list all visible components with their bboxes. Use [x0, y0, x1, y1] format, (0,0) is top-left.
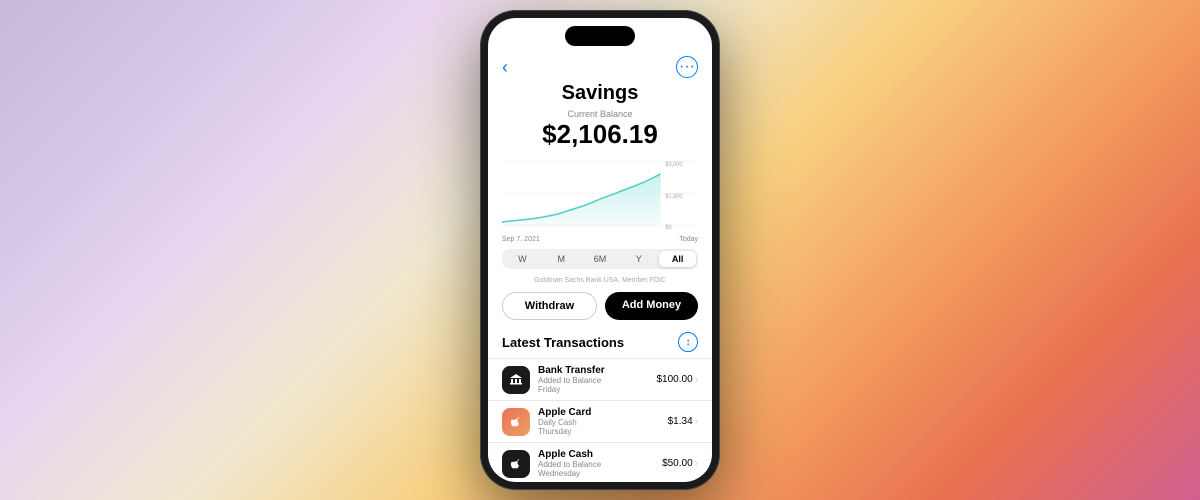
filter-y[interactable]: Y: [620, 251, 657, 267]
time-filters: W M 6M Y All: [502, 249, 698, 269]
action-buttons: Withdraw Add Money: [488, 288, 712, 328]
filter-w[interactable]: W: [504, 251, 541, 267]
apple-logo-icon: [509, 415, 523, 429]
transactions-header: Latest Transactions ↕: [488, 328, 712, 358]
svg-text:$1,500: $1,500: [665, 194, 682, 200]
chart-area: $3,000 $1,500 $0: [502, 154, 698, 234]
bank-icon: [509, 373, 523, 387]
savings-chart: $3,000 $1,500 $0: [502, 154, 698, 234]
svg-text:$0: $0: [665, 225, 671, 231]
apple-cash-name: Apple Cash: [538, 449, 662, 460]
apple-card-info-1: Apple Card Daily Cash Thursday: [538, 407, 668, 436]
apple-cash-chevron: ›: [695, 458, 698, 469]
apple-cash-amount: $50.00: [662, 458, 693, 469]
wifi-icon: ⋈: [679, 26, 688, 37]
bank-transfer-amount-area: $100.00 ›: [657, 374, 699, 385]
bank-transfer-chevron: ›: [695, 374, 698, 385]
apple-cash-day: Wednesday: [538, 469, 662, 478]
apple-card-amount-area-1: $1.34 ›: [668, 416, 698, 427]
phone-frame: 9:41 ▲▲▲ ⋈ ▮ ‹ ··· Savings Current Balan…: [480, 10, 720, 490]
transaction-apple-cash[interactable]: Apple Cash Added to Balance Wednesday $5…: [488, 442, 712, 482]
filter-6m[interactable]: 6M: [582, 251, 619, 267]
bank-transfer-day: Friday: [538, 385, 657, 394]
bank-transfer-sub: Added to Balance: [538, 376, 657, 385]
bank-transfer-amount: $100.00: [657, 374, 693, 385]
transactions-title: Latest Transactions: [502, 335, 624, 350]
apple-card-name-1: Apple Card: [538, 407, 668, 418]
balance-amount: $2,106.19: [488, 119, 712, 154]
bank-transfer-name: Bank Transfer: [538, 365, 657, 376]
screen-content: 9:41 ▲▲▲ ⋈ ▮ ‹ ··· Savings Current Balan…: [488, 18, 712, 482]
filter-m[interactable]: M: [543, 251, 580, 267]
transaction-bank-transfer[interactable]: Bank Transfer Added to Balance Friday $1…: [488, 358, 712, 400]
apple-cash-logo: [509, 457, 523, 471]
apple-card-chevron-1: ›: [695, 416, 698, 427]
bank-label: Goldman Sachs Bank USA, Member FDIC: [488, 275, 712, 288]
bank-transfer-info: Bank Transfer Added to Balance Friday: [538, 365, 657, 394]
apple-card-sub-1: Daily Cash: [538, 418, 668, 427]
apple-card-day-1: Thursday: [538, 427, 668, 436]
apple-cash-icon: [502, 450, 530, 478]
transaction-apple-card-1[interactable]: Apple Card Daily Cash Thursday $1.34 ›: [488, 400, 712, 442]
bank-transfer-icon: [502, 366, 530, 394]
filter-all[interactable]: All: [659, 251, 696, 267]
chart-start-label: Sep 7, 2021: [502, 236, 540, 243]
add-money-button[interactable]: Add Money: [605, 292, 698, 320]
more-button[interactable]: ···: [676, 56, 698, 78]
battery-icon: ▮: [691, 26, 696, 37]
apple-cash-info: Apple Cash Added to Balance Wednesday: [538, 449, 662, 478]
back-button[interactable]: ‹: [502, 57, 508, 78]
balance-label: Current Balance: [488, 107, 712, 119]
status-time: 9:41: [504, 26, 526, 38]
phone-screen: 9:41 ▲▲▲ ⋈ ▮ ‹ ··· Savings Current Balan…: [488, 18, 712, 482]
chart-end-label: Today: [679, 236, 698, 243]
transactions-filter-icon[interactable]: ↕: [678, 332, 698, 352]
chart-date-labels: Sep 7, 2021 Today: [488, 236, 712, 243]
apple-cash-sub: Added to Balance: [538, 460, 662, 469]
signal-icon: ▲▲▲: [649, 27, 676, 37]
apple-cash-amount-area: $50.00 ›: [662, 458, 698, 469]
status-icons: ▲▲▲ ⋈ ▮: [649, 26, 696, 37]
dynamic-island: [565, 26, 635, 46]
apple-card-icon-1: [502, 408, 530, 436]
apple-card-amount-1: $1.34: [668, 416, 693, 427]
page-title: Savings: [488, 82, 712, 107]
withdraw-button[interactable]: Withdraw: [502, 292, 597, 320]
svg-text:$3,000: $3,000: [665, 162, 682, 168]
